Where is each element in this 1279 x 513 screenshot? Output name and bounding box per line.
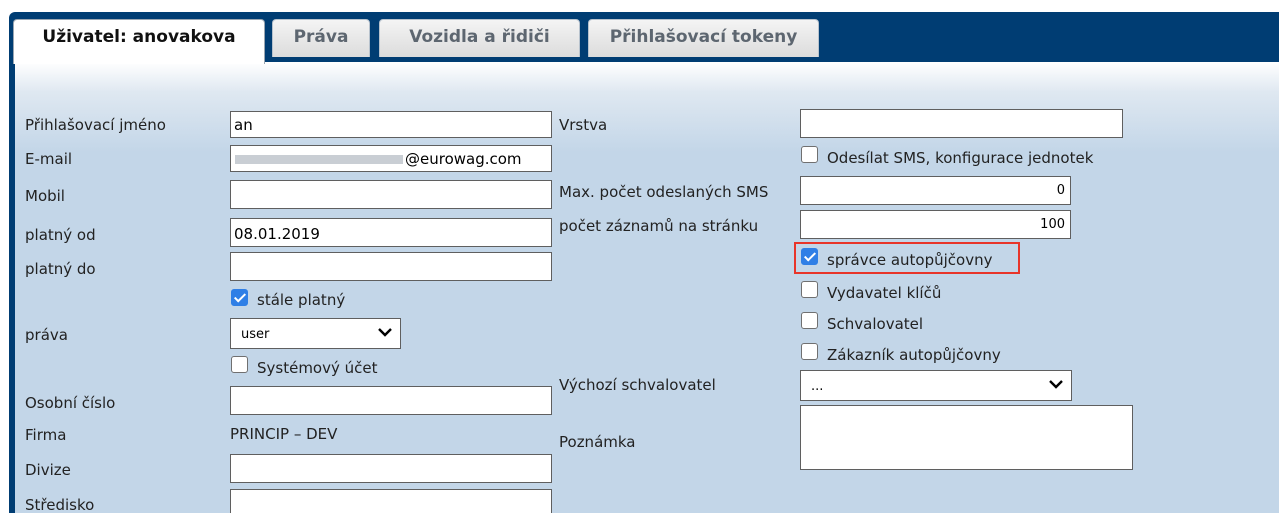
key-issuer-checkbox[interactable]	[801, 281, 818, 298]
layer-label: Vrstva	[559, 116, 608, 134]
personal-number-label: Osobní číslo	[25, 394, 116, 412]
tab-vehicles-drivers[interactable]: Vozidla a řidiči	[379, 19, 580, 57]
valid-from-label: platný od	[25, 226, 96, 244]
rights-select[interactable]: user	[230, 318, 401, 349]
records-per-page-input[interactable]: 100	[800, 210, 1071, 239]
personal-number-input[interactable]	[230, 386, 552, 415]
rental-customer-checkbox[interactable]	[801, 343, 818, 360]
max-sms-label: Max. počet odeslaných SMS	[559, 183, 769, 201]
max-sms-input[interactable]: 0	[800, 176, 1071, 205]
tab-login-tokens[interactable]: Přihlašovací tokeny	[588, 19, 819, 57]
company-label: Firma	[25, 426, 67, 444]
division-input[interactable]	[230, 454, 552, 483]
note-textarea[interactable]	[800, 405, 1133, 470]
tab-rights[interactable]: Práva	[272, 19, 370, 57]
send-sms-label: Odesílat SMS, konfigurace jednotek	[827, 149, 1094, 167]
mobile-input[interactable]	[230, 180, 552, 209]
default-approver-value: ...	[811, 379, 824, 394]
center-input[interactable]	[230, 489, 552, 513]
approver-checkbox[interactable]	[801, 312, 818, 329]
note-label: Poznámka	[559, 433, 636, 451]
rental-admin-checkbox[interactable]	[801, 248, 818, 265]
center-label: Středisko	[25, 496, 95, 513]
login-input[interactable]: an	[230, 111, 552, 138]
email-domain: @eurowag.com	[405, 150, 522, 168]
rights-label: práva	[25, 326, 68, 344]
mobile-label: Mobil	[25, 187, 65, 205]
company-value: PRINCIP – DEV	[230, 425, 338, 443]
valid-to-label: platný do	[25, 260, 96, 278]
email-label: E-mail	[25, 150, 73, 168]
email-redacted-part	[235, 155, 403, 164]
valid-to-input[interactable]	[230, 252, 552, 281]
default-approver-label: Výchozí schvalovatel	[559, 376, 716, 394]
always-valid-label: stále platný	[257, 291, 346, 309]
chevron-down-icon	[378, 328, 392, 337]
login-label: Přihlašovací jméno	[25, 116, 166, 134]
approver-label: Schvalovatel	[827, 315, 924, 333]
always-valid-checkbox[interactable]	[231, 289, 248, 306]
key-issuer-label: Vydavatel klíčů	[827, 284, 942, 302]
layer-input[interactable]	[800, 109, 1123, 138]
rights-select-value: user	[241, 327, 270, 342]
division-label: Divize	[25, 461, 71, 479]
valid-from-input[interactable]: 08.01.2019	[230, 218, 552, 247]
default-approver-select[interactable]: ...	[800, 370, 1072, 401]
system-account-checkbox[interactable]	[231, 356, 248, 373]
system-account-label: Systémový účet	[257, 359, 378, 377]
tab-user[interactable]: Uživatel: anovakova	[13, 19, 265, 64]
rental-customer-label: Zákazník autopůjčovny	[827, 346, 1001, 364]
rental-admin-label: správce autopůjčovny	[827, 251, 993, 269]
send-sms-checkbox[interactable]	[801, 146, 818, 163]
records-per-page-label: počet záznamů na stránku	[559, 217, 759, 235]
email-input[interactable]: @eurowag.com	[230, 145, 552, 172]
chevron-down-icon	[1049, 380, 1063, 389]
user-edit-window: Uživatel: anovakova Práva Vozidla a řidi…	[9, 12, 1279, 513]
